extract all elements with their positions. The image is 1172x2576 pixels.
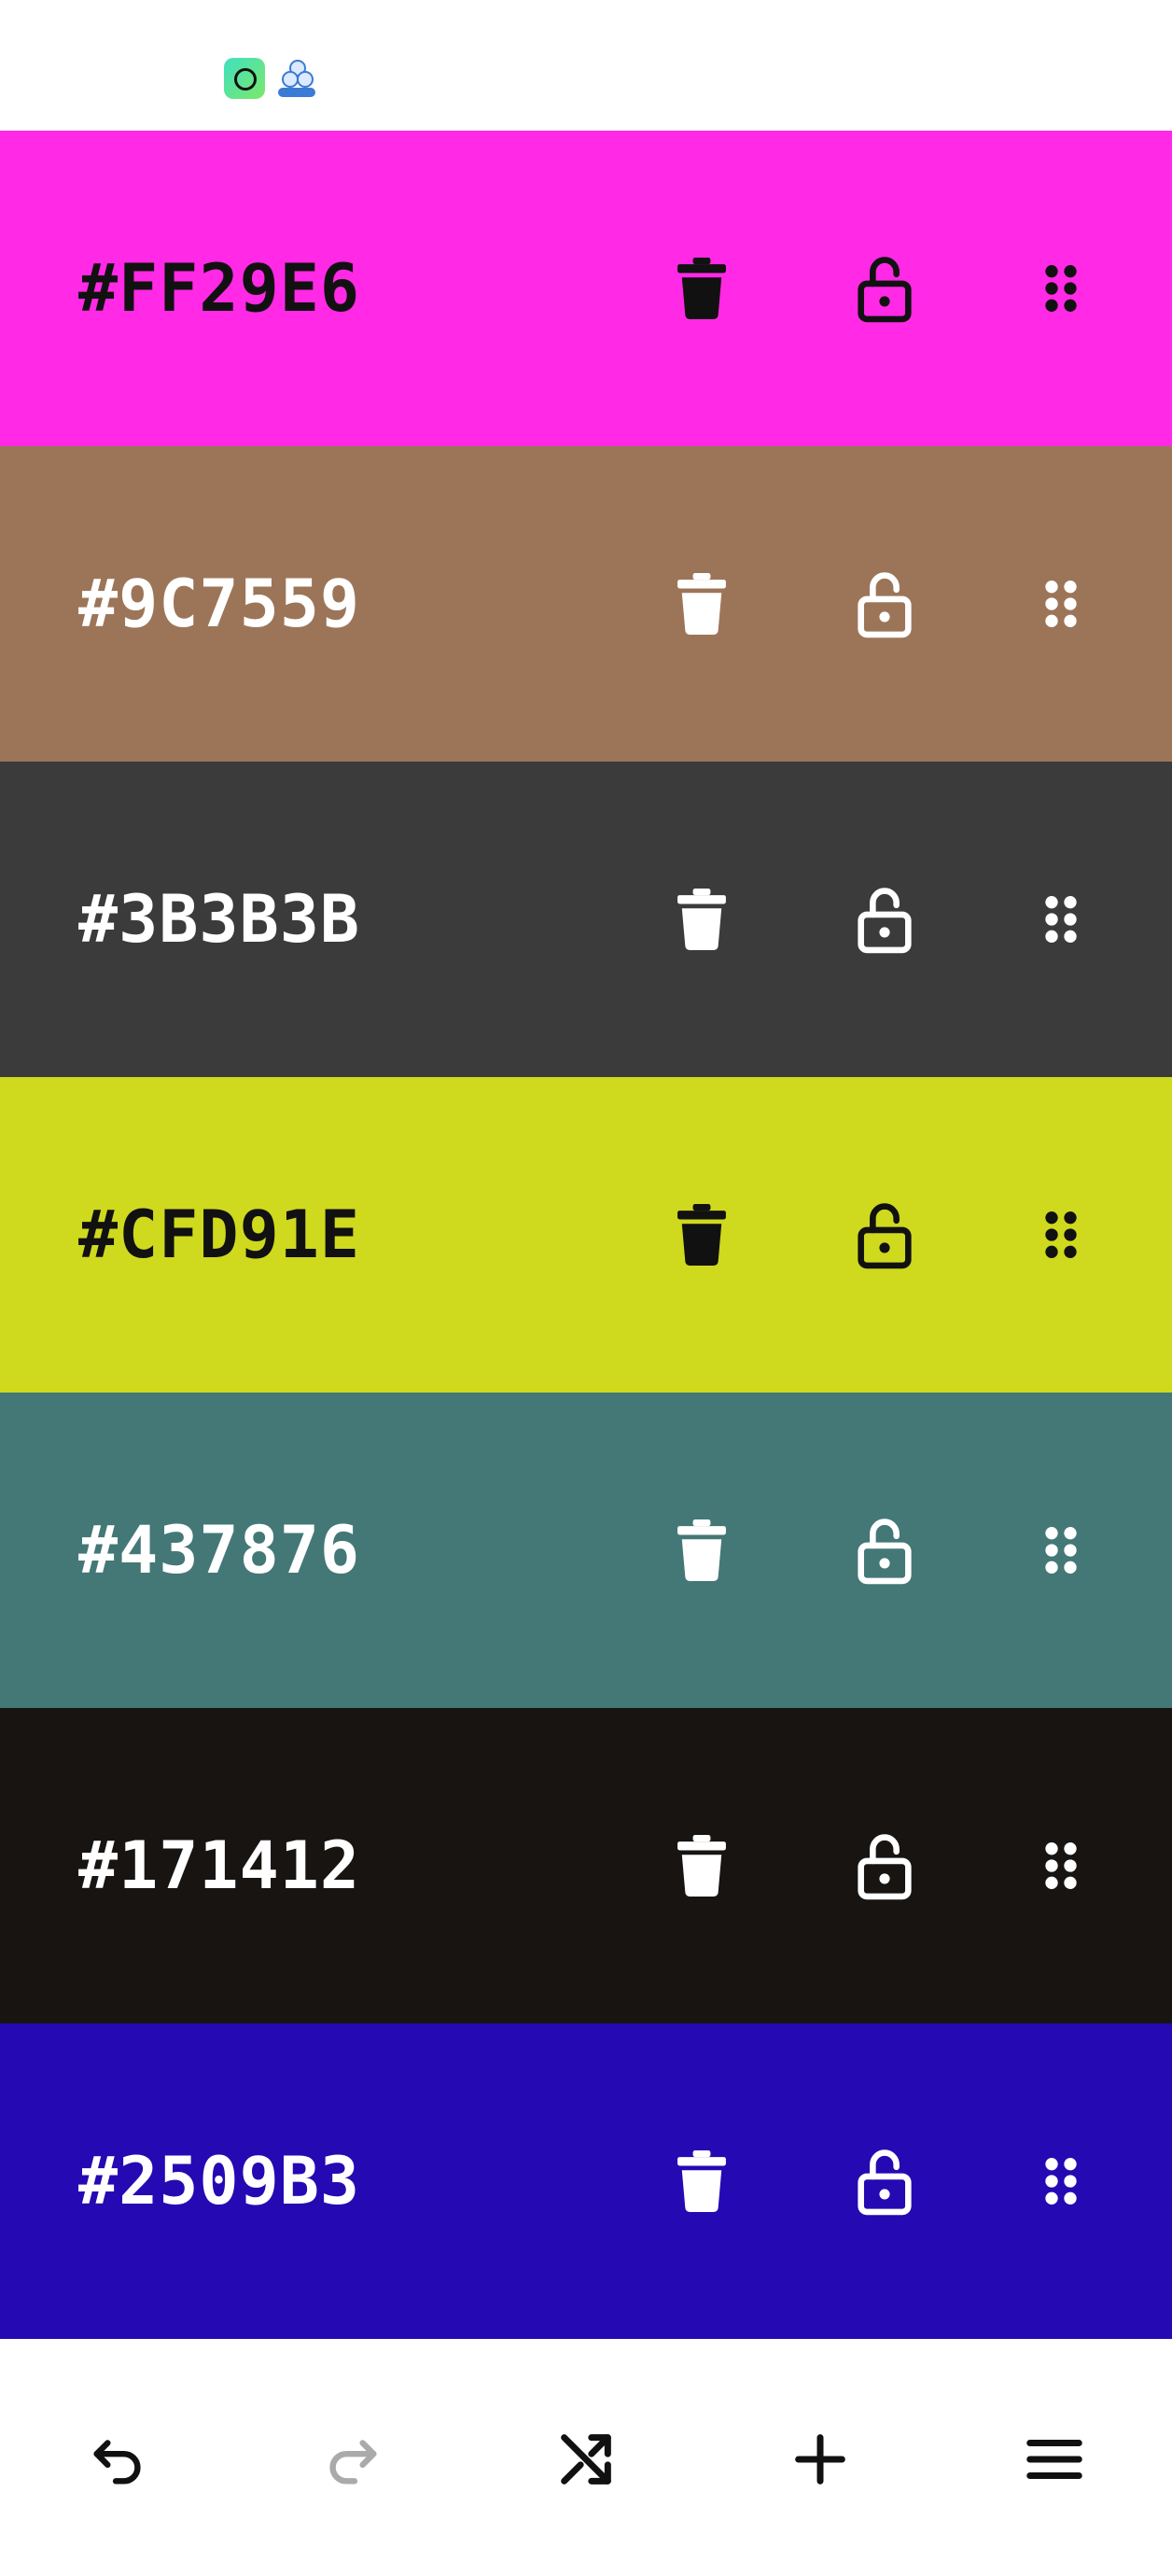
swatch-hex-label[interactable]: #9C7559 xyxy=(78,446,360,762)
lock-color-button[interactable] xyxy=(829,863,941,975)
undo-icon xyxy=(93,2440,141,2485)
drag-handle-icon xyxy=(1045,896,1077,943)
delete-color-button[interactable] xyxy=(646,1179,758,1291)
unlock-icon xyxy=(858,1203,912,1269)
lock-color-button[interactable] xyxy=(829,1179,941,1291)
swatch-hex-label[interactable]: #3B3B3B xyxy=(78,762,360,1077)
delete-color-button[interactable] xyxy=(646,1494,758,1606)
shuffle-button[interactable] xyxy=(535,2408,637,2511)
trash-icon xyxy=(677,2150,726,2212)
trash-icon xyxy=(677,1835,726,1897)
drag-handle-icon xyxy=(1045,581,1077,627)
cluster-app-icon xyxy=(276,58,317,99)
swatch-hex-label[interactable]: #FF29E6 xyxy=(78,131,360,446)
drag-handle-icon xyxy=(1045,2158,1077,2205)
redo-icon xyxy=(329,2440,377,2485)
unlock-icon xyxy=(858,1519,912,1585)
drag-handle-button[interactable] xyxy=(1005,1494,1117,1606)
swatch-hex-label[interactable]: #171412 xyxy=(78,1708,360,2023)
shuffle-icon xyxy=(561,2434,611,2485)
trash-icon xyxy=(677,573,726,635)
bottom-toolbar xyxy=(0,2339,1172,2576)
camera-app-icon xyxy=(224,58,265,99)
drag-handle-button[interactable] xyxy=(1005,1810,1117,1922)
delete-color-button[interactable] xyxy=(646,548,758,660)
delete-color-button[interactable] xyxy=(646,1810,758,1922)
color-swatch[interactable]: #2509B3 xyxy=(0,2023,1172,2339)
status-bar xyxy=(0,0,1172,131)
lock-color-button[interactable] xyxy=(829,2125,941,2237)
drag-handle-icon xyxy=(1045,1211,1077,1258)
drag-handle-button[interactable] xyxy=(1005,2125,1117,2237)
swatch-list: #FF29E6 #9C7559 #3B3B3B #CFD91E #437876 #1714… xyxy=(0,131,1172,2339)
unlock-icon xyxy=(858,572,912,638)
drag-handle-icon xyxy=(1045,1842,1077,1889)
lock-color-button[interactable] xyxy=(829,232,941,344)
drag-handle-button[interactable] xyxy=(1005,863,1117,975)
undo-button[interactable] xyxy=(67,2408,170,2511)
color-swatch[interactable]: #CFD91E xyxy=(0,1077,1172,1393)
drag-handle-button[interactable] xyxy=(1005,1179,1117,1291)
drag-handle-icon xyxy=(1045,265,1077,312)
lock-color-button[interactable] xyxy=(829,548,941,660)
swatch-hex-label[interactable]: #CFD91E xyxy=(78,1077,360,1393)
unlock-icon xyxy=(858,1834,912,1900)
trash-icon xyxy=(677,1204,726,1266)
drag-handle-button[interactable] xyxy=(1005,232,1117,344)
lock-color-button[interactable] xyxy=(829,1494,941,1606)
plus-icon xyxy=(795,2434,845,2485)
drag-handle-icon xyxy=(1045,1527,1077,1574)
redo-button[interactable] xyxy=(300,2408,403,2511)
color-swatch[interactable]: #171412 xyxy=(0,1708,1172,2023)
delete-color-button[interactable] xyxy=(646,2125,758,2237)
lock-color-button[interactable] xyxy=(829,1810,941,1922)
swatch-hex-label[interactable]: #2509B3 xyxy=(78,2023,360,2339)
swatch-hex-label[interactable]: #437876 xyxy=(78,1393,360,1708)
delete-color-button[interactable] xyxy=(646,232,758,344)
color-swatch[interactable]: #3B3B3B xyxy=(0,762,1172,1077)
drag-handle-button[interactable] xyxy=(1005,548,1117,660)
color-swatch[interactable]: #9C7559 xyxy=(0,446,1172,762)
trash-icon xyxy=(677,889,726,950)
unlock-icon xyxy=(858,257,912,323)
menu-icon xyxy=(1026,2440,1082,2479)
delete-color-button[interactable] xyxy=(646,863,758,975)
unlock-icon xyxy=(858,888,912,954)
trash-icon xyxy=(677,258,726,319)
color-swatch[interactable]: #437876 xyxy=(0,1393,1172,1708)
trash-icon xyxy=(677,1519,726,1581)
menu-button[interactable] xyxy=(1003,2408,1106,2511)
add-color-button[interactable] xyxy=(769,2408,872,2511)
unlock-icon xyxy=(858,2149,912,2216)
color-swatch[interactable]: #FF29E6 xyxy=(0,131,1172,446)
